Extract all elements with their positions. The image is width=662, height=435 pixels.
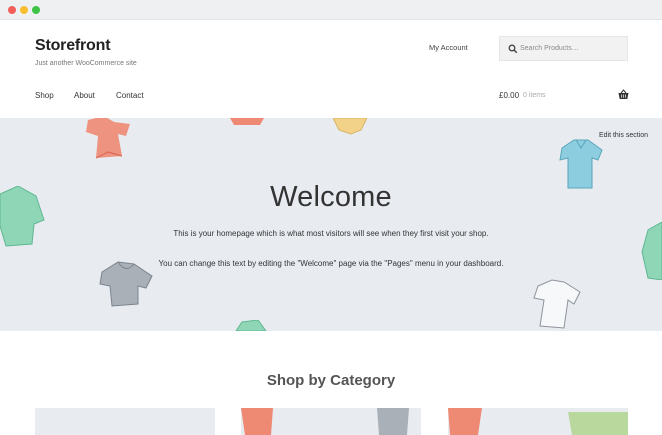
hero-heading: Welcome bbox=[270, 181, 392, 213]
hero-text-2: You can change this text by editing the … bbox=[158, 259, 504, 268]
browser-chrome bbox=[0, 0, 662, 20]
nav-item-contact[interactable]: Contact bbox=[116, 91, 144, 100]
close-window-dot[interactable] bbox=[8, 6, 16, 14]
site-title[interactable]: Storefront bbox=[35, 37, 111, 55]
white-tshirt-illustration bbox=[533, 279, 581, 329]
category-card[interactable] bbox=[448, 408, 628, 435]
hero-text-1: This is your homepage which is what most… bbox=[173, 229, 489, 238]
nav-item-about[interactable]: About bbox=[74, 91, 95, 100]
mint-shirt-edge-illustration bbox=[235, 320, 267, 331]
search-placeholder: Search Products… bbox=[520, 45, 579, 52]
nav-item-shop[interactable]: Shop bbox=[35, 91, 54, 100]
category-clothing-image bbox=[448, 408, 628, 435]
coral-sweater-illustration bbox=[86, 118, 130, 159]
search-icon bbox=[508, 44, 518, 54]
basket-icon[interactable] bbox=[618, 89, 629, 100]
cart-count[interactable]: 0 items bbox=[523, 92, 546, 99]
cart-total[interactable]: £0.00 bbox=[499, 91, 519, 100]
category-card[interactable] bbox=[35, 408, 215, 435]
edit-section-link[interactable]: Edit this section bbox=[599, 132, 648, 139]
category-card[interactable] bbox=[241, 408, 421, 435]
yellow-shirt-illustration bbox=[333, 118, 367, 135]
my-account-link[interactable]: My Account bbox=[429, 43, 468, 52]
coral-shirt-edge-illustration bbox=[230, 118, 264, 125]
search-input[interactable]: Search Products… bbox=[499, 36, 628, 61]
category-clothing-image bbox=[241, 408, 409, 435]
maximize-window-dot[interactable] bbox=[32, 6, 40, 14]
minimize-window-dot[interactable] bbox=[20, 6, 28, 14]
site-tagline: Just another WooCommerce site bbox=[35, 60, 137, 67]
shop-by-category-heading: Shop by Category bbox=[266, 372, 396, 389]
hero-section: Edit this section Welcome This is your h… bbox=[0, 118, 662, 331]
